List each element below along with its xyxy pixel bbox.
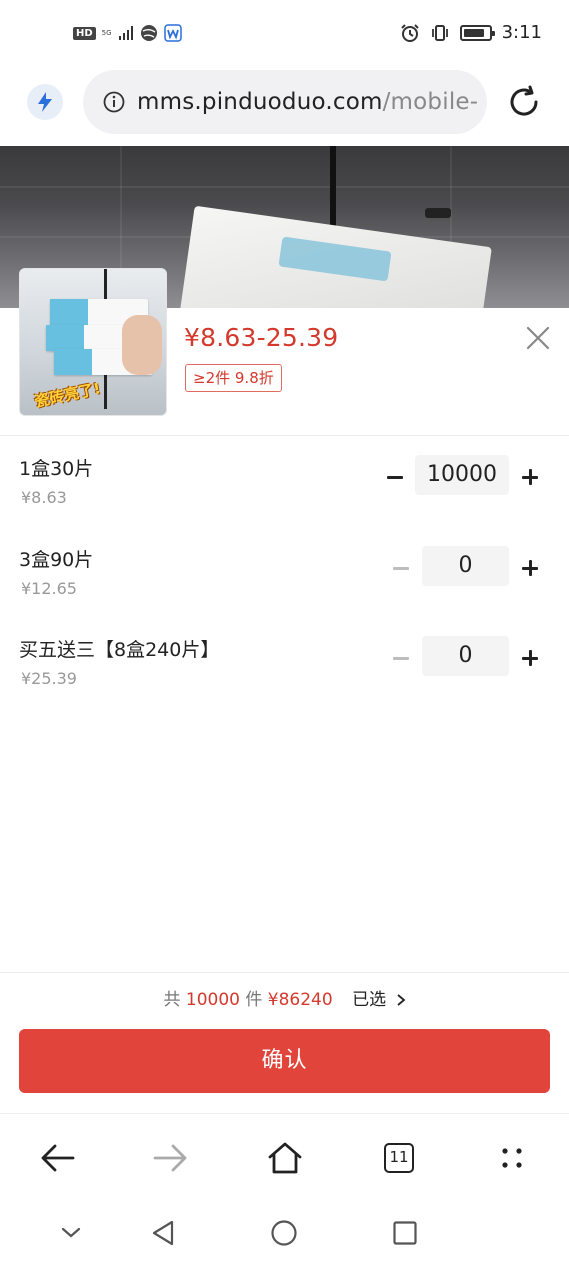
nav-recents-button[interactable] [387,1215,423,1251]
selected-link[interactable]: 已选 [352,990,405,1010]
reload-icon [510,85,538,116]
browser-toolbar: 11 [0,1113,569,1201]
status-left: HD 5G [73,24,182,42]
network-type: 5G [101,28,112,37]
recents-square-icon [393,1221,417,1245]
increase-quantity-button[interactable] [516,554,544,582]
sku-name: 买五送三【8盒240片】 [19,639,220,661]
decrease-quantity-button[interactable] [387,644,415,672]
sku-row: 1盒30片 ¥8.63 10000 [0,455,569,545]
status-right: 3:11 [400,22,542,43]
sku-row: 买五送三【8盒240片】 ¥25.39 0 [0,636,569,726]
url-path: /mobile- [382,89,479,115]
nav-back-button[interactable] [145,1215,181,1251]
url-text: mms.pinduoduo.com/mobile- [137,89,478,115]
summary-count: 10000 [185,990,240,1010]
confirm-button[interactable]: 确认 [19,1029,550,1093]
browser-address-row: mms.pinduoduo.com/mobile- [0,70,569,146]
home-button[interactable] [265,1138,305,1178]
quantity-input[interactable]: 0 [422,546,509,586]
collapse-chevron-icon [61,1227,81,1238]
nav-collapse-button[interactable] [53,1215,89,1251]
summary-prefix: 共 [163,990,181,1010]
status-bar: HD 5G 3:11 [0,0,569,70]
close-icon [526,326,550,350]
home-icon [268,1142,302,1174]
price-range: ¥8.63-25.39 [184,323,339,352]
summary-total: ¥86240 [267,990,333,1010]
sku-price: ¥8.63 [21,488,67,507]
close-button[interactable] [526,326,550,350]
nav-home-button[interactable] [266,1215,302,1251]
sku-price: ¥12.65 [21,579,77,598]
reload-button[interactable] [506,84,542,120]
decrease-quantity-button[interactable] [387,554,415,582]
quantity-input[interactable]: 10000 [415,455,509,495]
globe-icon [140,25,157,41]
forward-arrow-icon [153,1144,187,1172]
minus-icon [393,656,409,660]
url-field[interactable]: mms.pinduoduo.com/mobile- [83,70,487,134]
increase-quantity-button[interactable] [516,644,544,672]
increase-quantity-button[interactable] [516,463,544,491]
divider [0,435,569,436]
quick-app-button[interactable] [27,84,63,120]
back-button[interactable] [37,1138,77,1178]
system-navigation-bar [0,1201,569,1265]
hd-badge: HD [73,26,96,40]
minus-icon [393,566,409,570]
tabs-icon: 11 [384,1143,414,1173]
summary-unit: 件 [245,990,263,1010]
order-summary: 共 10000 件 ¥86240 已选 [0,973,569,1027]
back-triangle-icon [152,1220,174,1246]
more-menu-button[interactable] [492,1138,532,1178]
tabs-button[interactable]: 11 [379,1138,419,1178]
battery-fill [463,28,484,37]
minus-icon [387,475,403,479]
sku-price: ¥25.39 [21,669,77,688]
product-thumbnail[interactable]: 瓷砖亮了! [19,268,167,416]
url-host: mms.pinduoduo.com [137,89,383,115]
battery-icon [459,24,495,41]
decrease-quantity-button[interactable] [381,463,409,491]
discount-tag: ≥2件 9.8折 [185,364,282,392]
quantity-input[interactable]: 0 [422,636,509,676]
thumbnail-caption: 瓷砖亮了! [32,379,103,411]
chevron-right-icon [396,994,405,1006]
clock: 3:11 [501,22,542,43]
more-icon [502,1148,522,1168]
alarm-icon [400,23,419,42]
home-circle-icon [271,1220,297,1246]
info-icon[interactable] [103,91,125,113]
back-arrow-icon [41,1144,75,1172]
forward-button[interactable] [151,1138,191,1178]
selected-label: 已选 [352,990,387,1010]
signal-icon [118,26,133,40]
sku-name: 3盒90片 [19,549,94,571]
sku-name: 1盒30片 [19,458,94,480]
sku-row: 3盒90片 ¥12.65 0 [0,546,569,636]
lightning-bolt-icon [38,92,52,112]
app-notification-icon [163,24,182,42]
vibrate-icon [431,24,448,41]
